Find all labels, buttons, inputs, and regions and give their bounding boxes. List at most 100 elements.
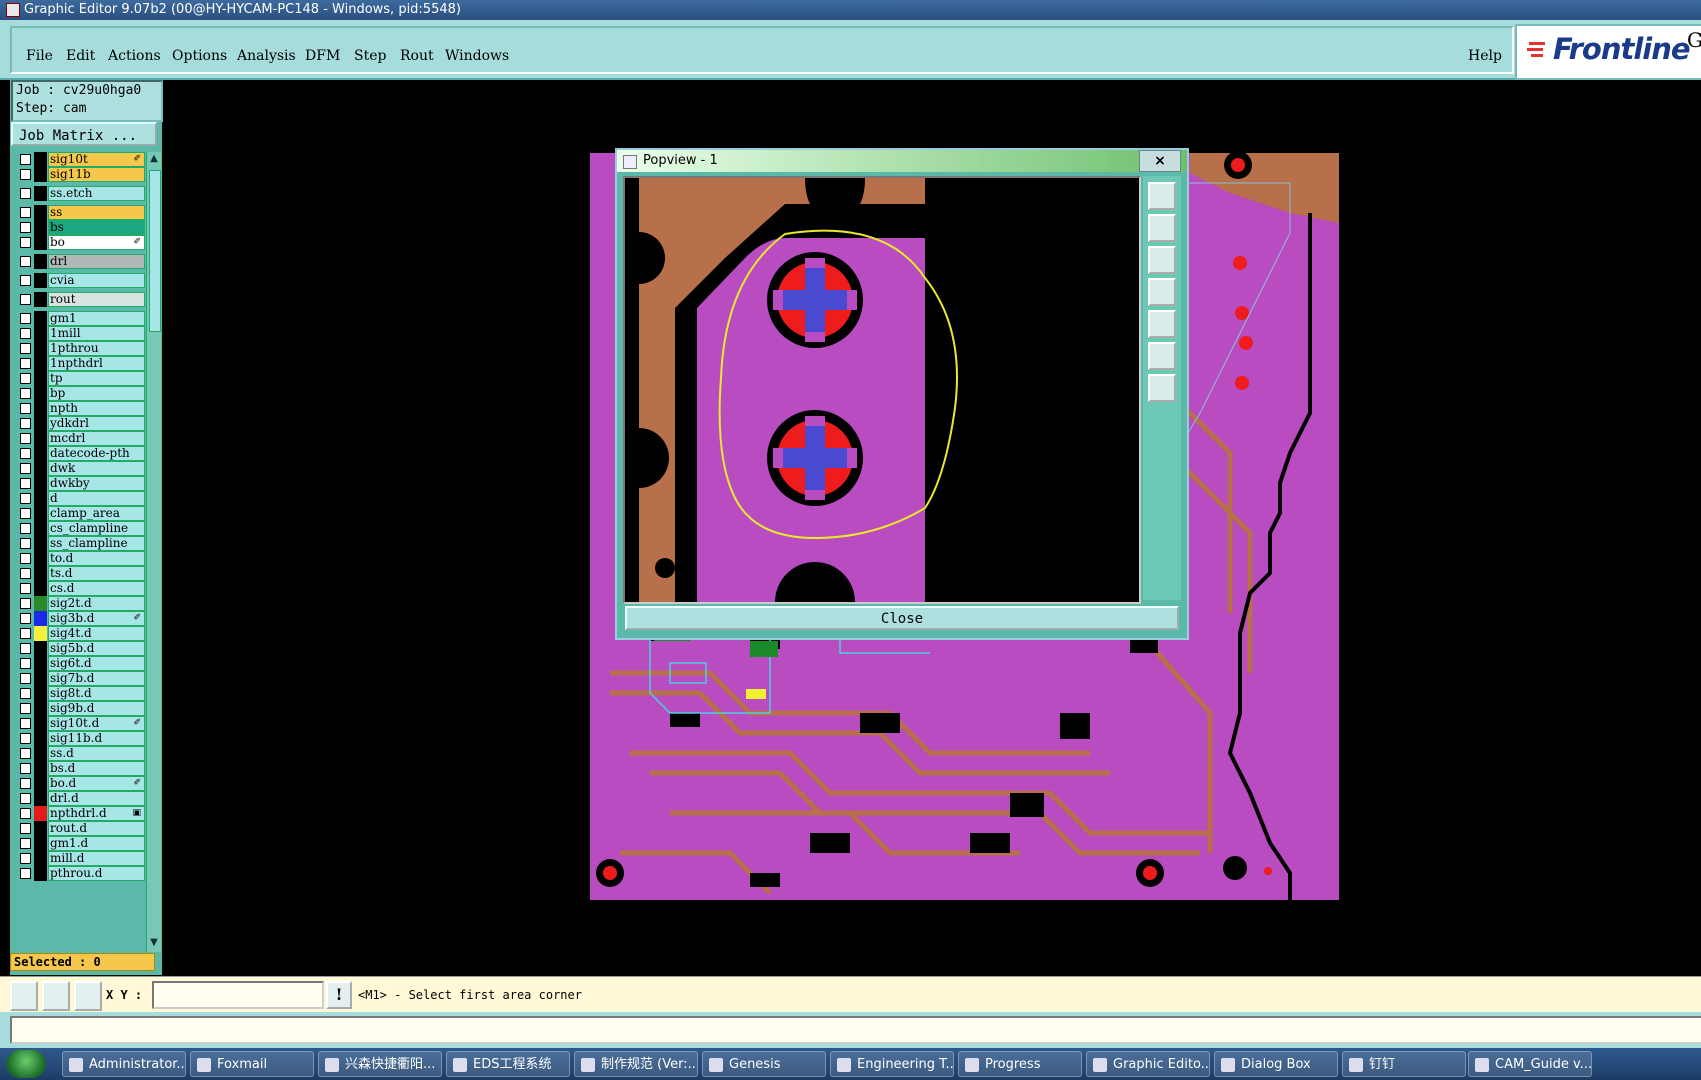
layer-color-swatch[interactable]	[34, 506, 47, 521]
taskbar-button[interactable]: Foxmail	[190, 1051, 314, 1077]
layer-checkbox[interactable]	[20, 478, 31, 489]
layer-row[interactable]: d	[12, 491, 146, 506]
popview-pan-up-icon[interactable]	[1148, 214, 1176, 242]
layer-checkbox[interactable]	[20, 718, 31, 729]
popview-canvas[interactable]	[623, 176, 1141, 604]
layer-row[interactable]: dwk	[12, 461, 146, 476]
layer-checkbox[interactable]	[20, 275, 31, 286]
layer-checkbox[interactable]	[20, 598, 31, 609]
layer-color-swatch[interactable]	[34, 311, 47, 326]
layer-color-swatch[interactable]	[34, 551, 47, 566]
taskbar-button[interactable]: 钉钉	[1342, 1051, 1466, 1077]
layer-color-swatch[interactable]	[34, 491, 47, 506]
layer-row[interactable]: mcdrl	[12, 431, 146, 446]
layer-row[interactable]: 1pthrou	[12, 341, 146, 356]
layer-row[interactable]: cs_clampline	[12, 521, 146, 536]
layer-checkbox[interactable]	[20, 207, 31, 218]
layer-row[interactable]: cvia	[12, 273, 146, 288]
layer-row[interactable]: gm1	[12, 311, 146, 326]
menu-dfm[interactable]: DFM	[305, 48, 340, 64]
layer-color-swatch[interactable]	[34, 401, 47, 416]
layer-row[interactable]: bs	[12, 220, 146, 235]
layer-name[interactable]: to.d	[48, 551, 145, 566]
measure-tool-icon[interactable]	[10, 981, 38, 1011]
layer-row[interactable]: datecode-pth	[12, 446, 146, 461]
layer-name[interactable]: gm1	[48, 311, 145, 326]
layer-row[interactable]: drl.d	[12, 791, 146, 806]
layer-row[interactable]: mill.d	[12, 851, 146, 866]
layer-color-swatch[interactable]	[34, 746, 47, 761]
layer-name[interactable]: sig9b.d	[48, 701, 145, 716]
layer-checkbox[interactable]	[20, 613, 31, 624]
layer-color-swatch[interactable]	[34, 371, 47, 386]
taskbar-button[interactable]: Genesis	[702, 1051, 826, 1077]
layer-row[interactable]: 1npthdrl	[12, 356, 146, 371]
layer-name[interactable]: sig11b	[48, 167, 145, 182]
layer-checkbox[interactable]	[20, 538, 31, 549]
popview-pan-right-icon[interactable]	[1148, 310, 1176, 338]
layer-checkbox[interactable]	[20, 568, 31, 579]
layer-row[interactable]: bo ✐	[12, 235, 146, 250]
layer-row[interactable]: bp	[12, 386, 146, 401]
layer-color-swatch[interactable]	[34, 671, 47, 686]
layer-checkbox[interactable]	[20, 553, 31, 564]
layer-name[interactable]: bs.d	[48, 761, 145, 776]
layer-name[interactable]: rout	[48, 292, 145, 307]
layer-color-swatch[interactable]	[34, 716, 47, 731]
layer-checkbox[interactable]	[20, 643, 31, 654]
popview-close-icon[interactable]: ×	[1139, 150, 1181, 172]
layer-color-swatch[interactable]	[34, 431, 47, 446]
layer-color-swatch[interactable]	[34, 596, 47, 611]
menu-step[interactable]: Step	[354, 48, 386, 64]
layer-name[interactable]: bo.d ✐	[48, 776, 145, 791]
layer-name[interactable]: dwk	[48, 461, 145, 476]
layer-name[interactable]: gm1.d	[48, 836, 145, 851]
layer-name[interactable]: d	[48, 491, 145, 506]
popview-zoom-in-icon[interactable]	[1148, 374, 1176, 402]
taskbar-button[interactable]: Graphic Edito...	[1086, 1051, 1210, 1077]
taskbar-button[interactable]: CAM_Guide v...	[1468, 1051, 1592, 1077]
layer-name[interactable]: sig10t ✐	[48, 152, 145, 167]
layer-checkbox[interactable]	[20, 256, 31, 267]
layer-row[interactable]: ss_clampline	[12, 536, 146, 551]
layer-checkbox[interactable]	[20, 808, 31, 819]
layer-checkbox[interactable]	[20, 688, 31, 699]
layer-name[interactable]: npth	[48, 401, 145, 416]
layer-row[interactable]: sig6t.d	[12, 656, 146, 671]
layer-name[interactable]: ss	[48, 205, 145, 220]
menu-file[interactable]: File	[26, 48, 53, 64]
layer-name[interactable]: cs_clampline	[48, 521, 145, 536]
layer-color-swatch[interactable]	[34, 686, 47, 701]
layer-checkbox[interactable]	[20, 703, 31, 714]
start-button[interactable]	[6, 1050, 46, 1078]
layer-color-swatch[interactable]	[34, 761, 47, 776]
execute-button[interactable]: !	[326, 981, 352, 1009]
layer-checkbox[interactable]	[20, 433, 31, 444]
layer-name[interactable]: sig11b.d	[48, 731, 145, 746]
layer-name[interactable]: rout.d	[48, 821, 145, 836]
popview-zoom-out-icon[interactable]	[1148, 342, 1176, 370]
layer-checkbox[interactable]	[20, 868, 31, 879]
layer-checkbox[interactable]	[20, 154, 31, 165]
layer-color-swatch[interactable]	[34, 254, 47, 269]
layer-row[interactable]: sig4t.d	[12, 626, 146, 641]
layer-color-swatch[interactable]	[34, 461, 47, 476]
layer-color-swatch[interactable]	[34, 566, 47, 581]
layer-color-swatch[interactable]	[34, 776, 47, 791]
layer-checkbox[interactable]	[20, 853, 31, 864]
layer-checkbox[interactable]	[20, 343, 31, 354]
menu-options[interactable]: Options	[172, 48, 227, 64]
layer-name[interactable]: ydkdrl	[48, 416, 145, 431]
layer-name[interactable]: bo ✐	[48, 235, 145, 250]
layer-row[interactable]: sig3b.d ✐	[12, 611, 146, 626]
layer-row[interactable]: npthdrl.d ▣	[12, 806, 146, 821]
popview-close-button[interactable]: Close	[625, 606, 1179, 630]
popview-graphic[interactable]	[625, 178, 1139, 602]
menu-edit[interactable]: Edit	[66, 48, 95, 64]
layer-color-swatch[interactable]	[34, 152, 47, 167]
layer-checkbox[interactable]	[20, 237, 31, 248]
layer-name[interactable]: sig8t.d	[48, 686, 145, 701]
layer-name[interactable]: ss.d	[48, 746, 145, 761]
layer-checkbox[interactable]	[20, 313, 31, 324]
layer-scrollbar[interactable]: ▲ ▼	[146, 152, 161, 952]
